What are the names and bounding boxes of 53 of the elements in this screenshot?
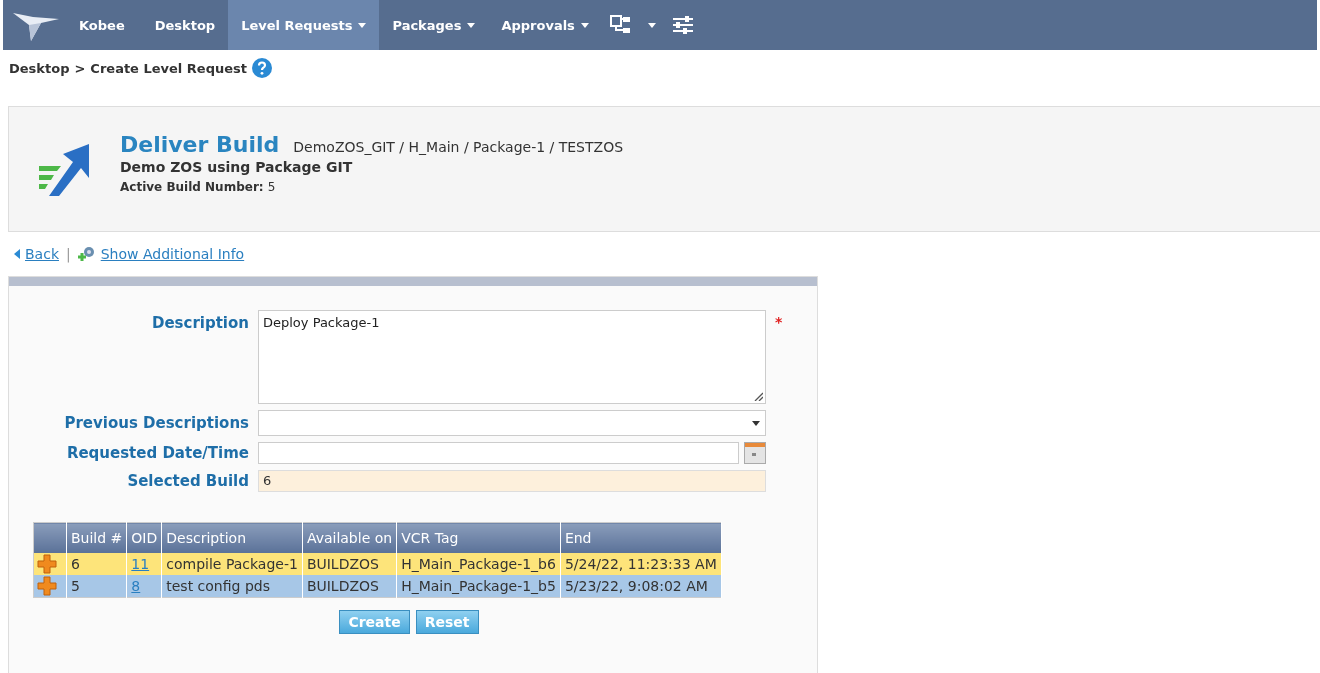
table-cell: 5/24/22, 11:23:33 AM	[560, 553, 722, 575]
show-additional-info-link[interactable]: Show Additional Info	[100, 246, 245, 262]
description-field[interactable]: Deploy Package-1	[258, 310, 766, 404]
active-build-label: Active Build Number:	[120, 180, 264, 194]
breadcrumb-current: Create Level Request	[90, 60, 247, 76]
table-cell: H_Main_Package-1_b5	[396, 575, 561, 598]
resize-grip-icon[interactable]	[753, 391, 763, 401]
sitemap-icon[interactable]	[609, 15, 632, 35]
table-cell: 5	[66, 575, 127, 598]
table-cell: 5/23/22, 9:08:02 AM	[560, 575, 722, 598]
table-cell: compile Package-1	[161, 553, 303, 575]
caret-icon[interactable]	[752, 420, 760, 426]
field-label: Selected Build	[126, 472, 249, 490]
plus-icon[interactable]	[37, 576, 57, 596]
table-cell: BUILDZOS	[302, 553, 397, 575]
build-row[interactable]: 6 11 compile Package-1 BUILDZOS H_Main_Package-1_b6 5/24/22, 11:23:33 AM	[33, 553, 722, 575]
field-label: Previous Descriptions	[63, 414, 249, 432]
selected-build-field: 6	[258, 470, 766, 492]
field-label: Requested Date/Time	[65, 444, 249, 462]
column-header: Available on	[302, 522, 397, 553]
build-row[interactable]: 5 8 test config pds BUILDZOS H_Main_Package-1_b5 5/23/22, 9:08:02 AM	[33, 575, 722, 598]
page-title: Deliver Build	[120, 132, 280, 157]
plus-gear-icon[interactable]	[77, 246, 96, 262]
table-cell: BUILDZOS	[302, 575, 397, 598]
project-path: DemoZOS_GIT / H_Main / Package-1 / TESTZOS	[293, 139, 624, 155]
link-separator: |	[66, 246, 71, 262]
required-asterisk: *	[775, 314, 783, 330]
active-build-value: 5	[267, 180, 276, 194]
sliders-icon[interactable]	[671, 15, 694, 35]
breadcrumb-separator: >	[74, 60, 86, 76]
nav-menu-item[interactable]: Approvals	[488, 0, 602, 50]
plus-icon[interactable]	[37, 554, 57, 574]
column-header: Build #	[66, 522, 127, 553]
description-value: Deploy Package-1	[263, 315, 380, 330]
column-header: End	[560, 522, 722, 553]
nav-menu-item[interactable]: Level Requests	[228, 0, 380, 50]
project-subtitle: Demo ZOS using Package GIT	[120, 159, 354, 175]
nav-menu-item[interactable]: Desktop	[141, 0, 229, 50]
calendar-icon[interactable]	[744, 442, 766, 464]
column-header: Description	[161, 522, 303, 553]
date-time-field[interactable]	[258, 442, 739, 464]
back-arrow-icon[interactable]	[14, 249, 20, 259]
table-cell: H_Main_Package-1_b6	[396, 553, 561, 575]
breadcrumb-link[interactable]: Desktop	[9, 60, 70, 76]
column-header: VCR Tag	[396, 522, 561, 553]
field-label: Description	[150, 314, 249, 332]
help-icon[interactable]	[252, 58, 272, 78]
table-cell: test config pds	[161, 575, 303, 598]
brand-name[interactable]: Kobee	[73, 17, 142, 33]
nav-menu-item[interactable]: Packages	[379, 0, 489, 50]
back-link[interactable]: Back	[25, 246, 59, 262]
table-cell: 6	[66, 553, 127, 575]
column-header: OID	[126, 522, 162, 553]
